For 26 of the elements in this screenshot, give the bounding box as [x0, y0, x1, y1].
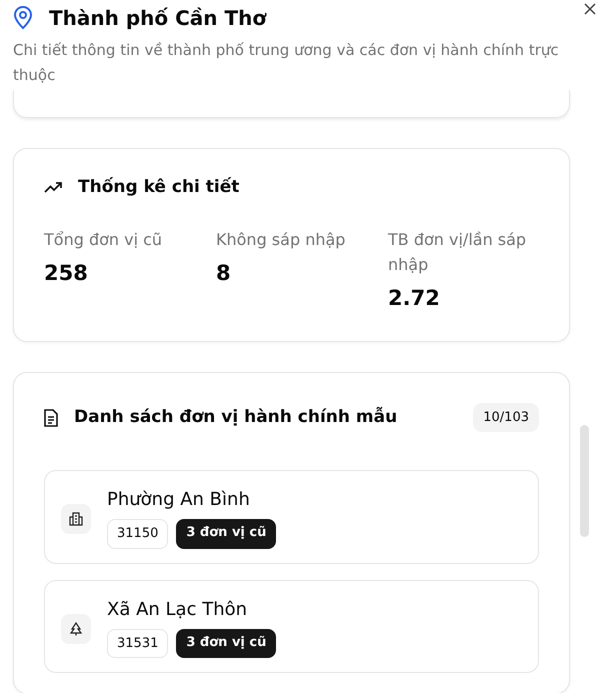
document-icon	[44, 408, 58, 427]
scrollbar[interactable]	[580, 425, 589, 537]
stat-label: Không sáp nhập	[216, 229, 346, 252]
page-title: Thành phố Cần Thơ	[49, 6, 266, 30]
unit-card[interactable]: Phường An Bình 31150 3 đơn vị cũ	[44, 470, 539, 564]
section-title: Danh sách đơn vị hành chính mẫu	[74, 407, 398, 428]
page-subtitle: Chi tiết thông tin về thành phố trung ương và các đơn vị hành chính trực thuộc	[13, 40, 560, 86]
stat-value: 258	[44, 260, 89, 288]
location-pin-icon	[13, 6, 33, 30]
stat-value: 8	[216, 260, 232, 288]
unit-name: Xã An Lạc Thôn	[107, 598, 248, 621]
stat-label: Tổng đơn vị cũ	[44, 229, 164, 252]
unit-card[interactable]: Xã An Lạc Thôn 31531 3 đơn vị cũ	[44, 580, 539, 674]
count-badge: 10/103	[473, 402, 539, 432]
unit-name: Phường An Bình	[107, 489, 251, 512]
old-units-badge: 3 đơn vị cũ	[176, 628, 276, 658]
section-title: Thống kê chi tiết	[78, 177, 240, 198]
stat-value: 2.72	[388, 285, 441, 312]
old-units-badge: 3 đơn vị cũ	[176, 519, 276, 549]
close-icon[interactable]	[583, 2, 597, 16]
unit-code: 31531	[107, 628, 168, 658]
tree-icon	[70, 622, 82, 636]
unit-code: 31150	[107, 519, 168, 549]
building-icon	[69, 512, 83, 526]
trend-up-icon	[44, 181, 62, 194]
stat-label: TB đơn vị/lần sáp nhập	[388, 229, 528, 276]
